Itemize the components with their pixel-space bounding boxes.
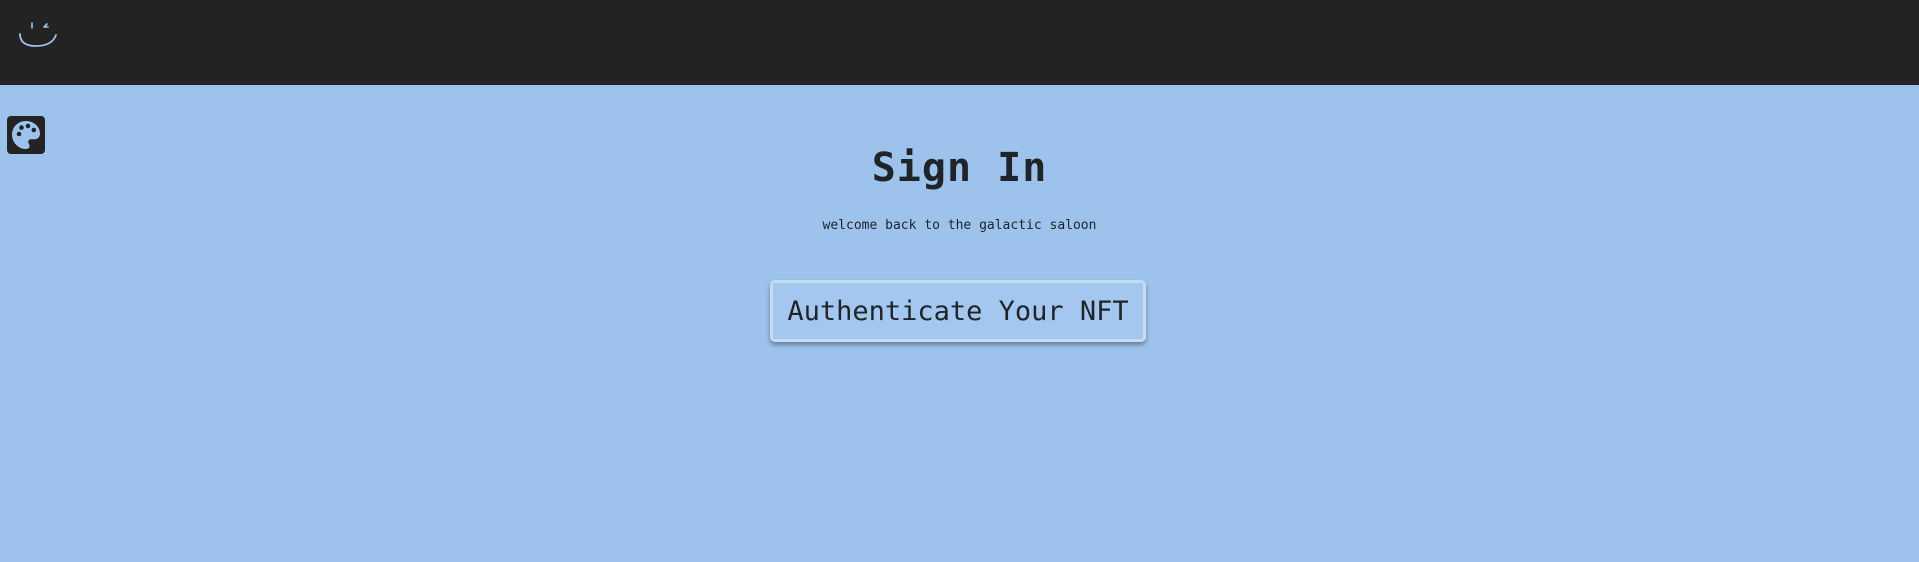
sign-in-panel: Sign In welcome back to the galactic sal… — [0, 85, 1919, 562]
top-nav-bar — [0, 0, 1919, 85]
page-subtitle: welcome back to the galactic saloon — [822, 218, 1097, 233]
page-title: Sign In — [871, 145, 1048, 191]
authenticate-nft-button[interactable]: Authenticate Your NFT — [770, 280, 1146, 342]
winking-smiley-icon[interactable] — [16, 14, 62, 52]
